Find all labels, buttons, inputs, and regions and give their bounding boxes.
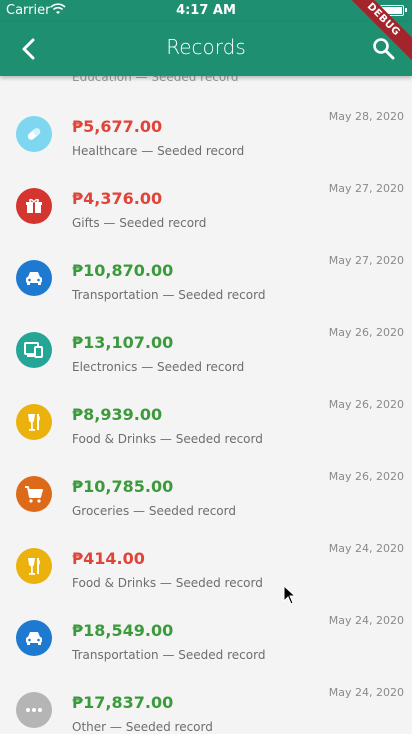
record-note: Seeded record	[148, 504, 236, 518]
record-row[interactable]: ₱10,870.00 Transportation — Seeded record…	[0, 246, 412, 318]
record-row[interactable]: ₱13,107.00 Electronics — Seeded record May…	[0, 318, 412, 390]
record-category: Gifts	[72, 216, 100, 230]
records-list[interactable]: Education — Seeded record ₱5,677.00 Healt…	[0, 76, 412, 734]
record-category: Food & Drinks	[72, 576, 157, 590]
record-subtitle: Gifts — Seeded record	[72, 216, 207, 230]
record-subtitle: Food & Drinks — Seeded record	[72, 576, 263, 590]
record-note: Seeded record	[157, 360, 245, 374]
record-amount: ₱18,549.00	[72, 621, 174, 640]
record-amount: ₱17,837.00	[72, 693, 174, 712]
devices-icon	[16, 332, 52, 368]
record-subtitle: Transportation — Seeded record	[72, 288, 266, 302]
record-subtitle: Transportation — Seeded record	[72, 648, 266, 662]
record-row[interactable]: ₱5,677.00 Healthcare — Seeded record May 2…	[0, 102, 412, 174]
car-icon	[16, 260, 52, 296]
food-icon	[16, 548, 52, 584]
record-date: May 26, 2020	[328, 326, 404, 339]
gift-icon	[16, 188, 52, 224]
mouse-cursor-icon	[283, 585, 297, 605]
record-note: Seeded record	[175, 576, 263, 590]
more-icon	[16, 692, 52, 728]
record-date: May 27, 2020	[328, 254, 404, 267]
record-date: May 26, 2020	[328, 398, 404, 411]
record-note: Seeded record	[119, 216, 207, 230]
record-category: Groceries	[72, 504, 130, 518]
car-icon	[16, 620, 52, 656]
record-note: Seeded record	[125, 720, 213, 734]
record-category: Healthcare	[72, 144, 138, 158]
record-note: Seeded record	[157, 144, 245, 158]
record-amount: ₱13,107.00	[72, 333, 174, 352]
record-note: Seeded record	[178, 288, 266, 302]
record-date: May 27, 2020	[328, 182, 404, 195]
page-title: Records	[166, 35, 246, 59]
record-subtitle: Electronics — Seeded record	[72, 360, 245, 374]
record-note: Seeded record	[178, 648, 266, 662]
record-category: Other	[72, 720, 107, 734]
record-date: May 24, 2020	[328, 542, 404, 555]
record-amount: ₱10,870.00	[72, 261, 174, 280]
record-row[interactable]: ₱8,939.00 Food & Drinks — Seeded record Ma…	[0, 390, 412, 462]
status-bar: Carrier 4:17 AM	[0, 0, 412, 22]
record-row[interactable]: ₱414.00 Food & Drinks — Seeded record May …	[0, 534, 412, 606]
record-date: May 24, 2020	[328, 614, 404, 627]
record-row[interactable]: ₱4,376.00 Gifts — Seeded record May 27, 20…	[0, 174, 412, 246]
record-amount: ₱4,376.00	[72, 189, 163, 208]
list-item-peek: Education — Seeded record	[72, 76, 239, 84]
clock: 4:17 AM	[176, 3, 236, 18]
app-bar: Records	[0, 22, 412, 76]
record-subtitle: Food & Drinks — Seeded record	[72, 432, 263, 446]
record-category: Electronics	[72, 360, 138, 374]
record-subtitle: Healthcare — Seeded record	[72, 144, 245, 158]
record-category: Food & Drinks	[72, 432, 157, 446]
cart-icon	[16, 476, 52, 512]
record-amount: ₱414.00	[72, 549, 145, 568]
record-row[interactable]: ₱17,837.00 Other — Seeded record May 24, 2…	[0, 678, 412, 734]
record-amount: ₱5,677.00	[72, 117, 163, 136]
record-category: Transportation	[72, 648, 159, 662]
record-date: May 24, 2020	[328, 686, 404, 699]
record-date: May 28, 2020	[328, 110, 404, 123]
food-icon	[16, 404, 52, 440]
pill-icon	[16, 116, 52, 152]
record-row[interactable]: ₱10,785.00 Groceries — Seeded record May 2…	[0, 462, 412, 534]
record-amount: ₱10,785.00	[72, 477, 174, 496]
record-row[interactable]: ₱18,549.00 Transportation — Seeded record…	[0, 606, 412, 678]
record-subtitle: Other — Seeded record	[72, 720, 213, 734]
record-date: May 26, 2020	[328, 470, 404, 483]
record-note: Seeded record	[175, 432, 263, 446]
record-subtitle: Groceries — Seeded record	[72, 504, 236, 518]
record-amount: ₱8,939.00	[72, 405, 163, 424]
record-category: Transportation	[72, 288, 159, 302]
